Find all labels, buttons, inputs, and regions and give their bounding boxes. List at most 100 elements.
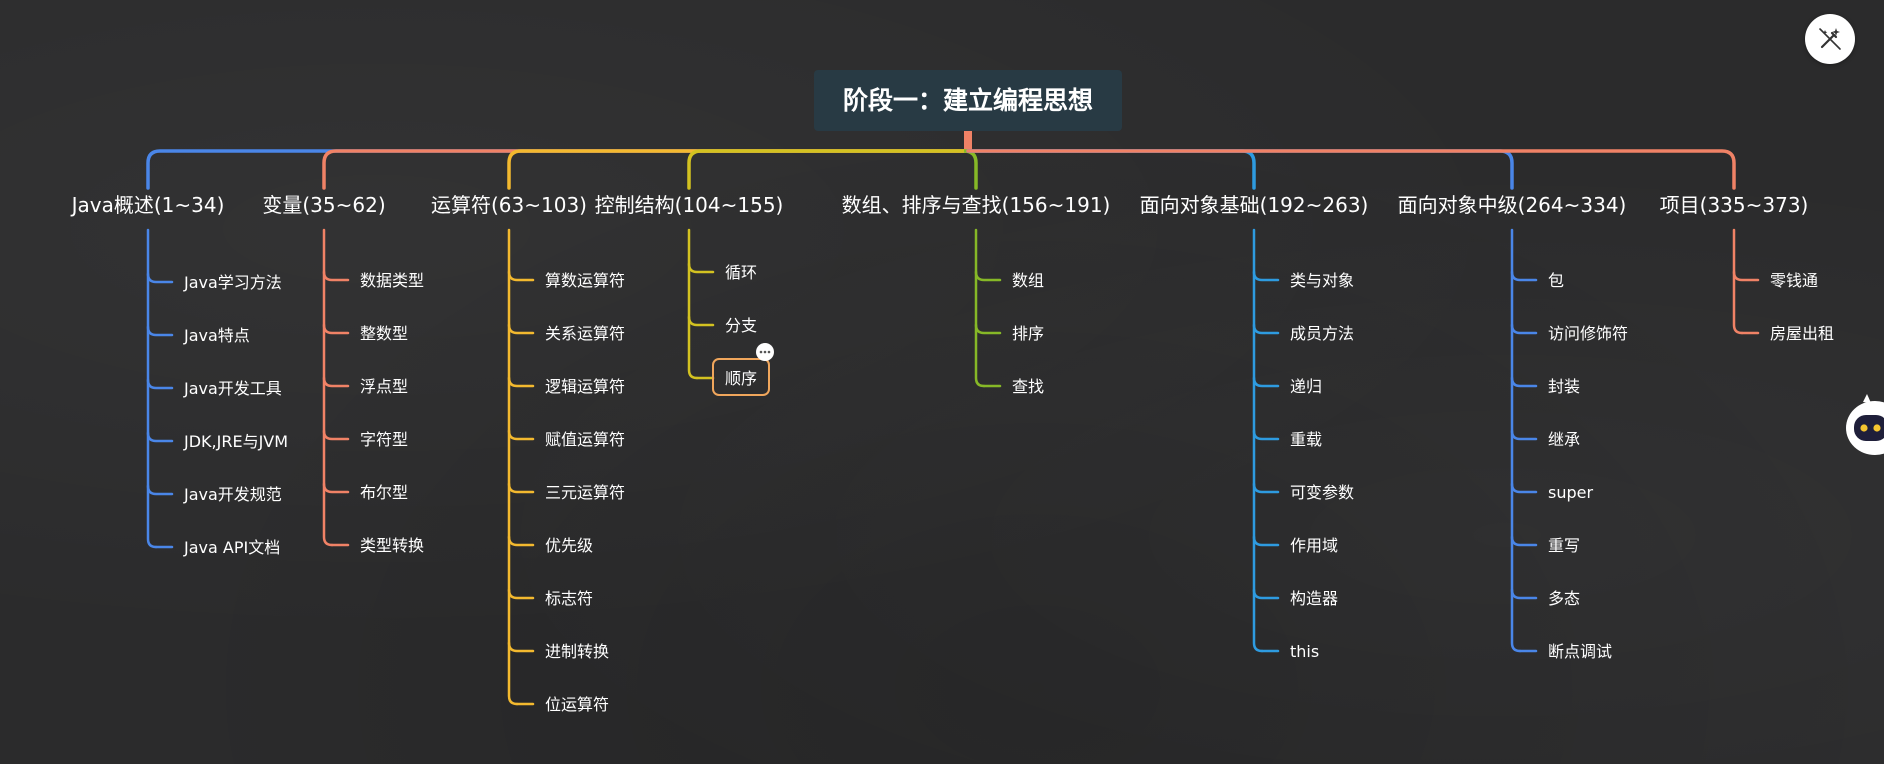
leaf-node[interactable]: 字符型: [360, 430, 408, 449]
leaf-node[interactable]: 包: [1548, 271, 1564, 290]
leaf-label: 成员方法: [1290, 324, 1354, 343]
leaf-connector: [322, 376, 350, 388]
comment-icon[interactable]: [756, 343, 774, 361]
leaf-label: 包: [1548, 271, 1564, 290]
leaf-node[interactable]: 浮点型: [360, 377, 408, 396]
leaf-connector: [1252, 588, 1280, 600]
leaf-node[interactable]: JDK,JRE与JVM: [183, 432, 288, 451]
leaf-connector: [687, 315, 715, 327]
assistant-button[interactable]: [1845, 392, 1884, 468]
branch-operators: 运算符(63~103) 算数运算符关系运算符逻辑运算符赋值运算符三元运算符优先级标…: [431, 193, 625, 714]
mindmap-diagram[interactable]: 阶段一：建立编程思想 Java概述(1~34)Java学习方法Java特点Jav…: [0, 0, 1884, 764]
leaf-node[interactable]: 优先级: [545, 536, 593, 555]
leaf-connector: [1252, 429, 1280, 441]
leaf-label: 三元运算符: [545, 483, 625, 502]
leaf-node[interactable]: 可变参数: [1290, 483, 1354, 502]
branch-label[interactable]: 变量(35~62): [262, 193, 385, 217]
leaf-node[interactable]: 零钱通: [1770, 271, 1818, 290]
leaf-node[interactable]: Java开发工具: [183, 379, 282, 398]
branch-label[interactable]: 控制结构(104~155): [595, 193, 784, 217]
leaf-node[interactable]: 三元运算符: [545, 483, 625, 502]
branch-connector: [322, 149, 970, 190]
leaf-node[interactable]: Java学习方法: [183, 273, 282, 292]
leaf-node[interactable]: 访问修饰符: [1548, 324, 1628, 343]
leaf-node[interactable]: 成员方法: [1290, 324, 1354, 343]
leaf-node[interactable]: 位运算符: [545, 695, 609, 714]
leaf-label: 递归: [1290, 377, 1322, 396]
leaf-connector: [322, 429, 350, 441]
leaf-node[interactable]: 排序: [1012, 324, 1044, 343]
leaf-label: 排序: [1012, 324, 1044, 343]
leaf-label: this: [1290, 642, 1319, 661]
leaf-node[interactable]: 整数型: [360, 324, 408, 343]
leaf-node[interactable]: 查找: [1012, 377, 1044, 396]
leaf-node[interactable]: 房屋出租: [1770, 324, 1834, 343]
leaf-node[interactable]: 算数运算符: [545, 271, 625, 290]
branch-label[interactable]: 面向对象中级(264~334): [1398, 193, 1627, 217]
leaf-node[interactable]: 断点调试: [1548, 642, 1612, 661]
leaf-connector: [1510, 270, 1538, 282]
branch-java-overview: Java概述(1~34) Java学习方法 Java特点 Java开发工具 JDK,JR…: [70, 193, 288, 557]
leaf-label: 零钱通: [1770, 271, 1818, 290]
leaf-node[interactable]: 分支: [725, 316, 757, 335]
leaf-node[interactable]: 逻辑运算符: [545, 377, 625, 396]
leaf-label: 逻辑运算符: [545, 377, 625, 396]
leaf-connector: [1510, 482, 1538, 494]
leaf-node[interactable]: this: [1290, 642, 1319, 661]
leaf-node[interactable]: 继承: [1548, 430, 1580, 449]
leaf-node[interactable]: 进制转换: [545, 642, 609, 661]
branch-spine: [1732, 228, 1744, 335]
leaf-node[interactable]: 作用域: [1290, 536, 1338, 555]
leaf-node[interactable]: Java API文档: [183, 538, 280, 557]
leaf-node[interactable]: 数组: [1012, 271, 1044, 290]
branch-connector: [966, 149, 1256, 190]
leaf-connector: [1252, 323, 1280, 335]
leaf-label: 位运算符: [545, 695, 609, 714]
leaf-connector: [146, 272, 174, 284]
branch-label[interactable]: 运算符(63~103): [431, 193, 587, 217]
leaf-node[interactable]: 类与对象: [1290, 271, 1354, 290]
branch-connector: [507, 149, 970, 190]
leaf-connector: [507, 588, 535, 600]
mindmap-canvas[interactable]: 阶段一：建立编程思想 Java概述(1~34) Java学习方法 Java特点 Jav…: [0, 0, 1884, 764]
leaf-label: 构造器: [1290, 589, 1338, 608]
branch-spine: [974, 228, 986, 388]
leaf-node[interactable]: 赋值运算符: [545, 430, 625, 449]
branch-connector: [963, 149, 978, 190]
leaf-label: 作用域: [1290, 536, 1338, 555]
root-node[interactable]: 阶段一：建立编程思想: [814, 70, 1122, 131]
leaf-connector: [687, 262, 715, 274]
branch-variables: 变量(35~62) 数据类型整数型浮点型字符型布尔型类型转换: [262, 193, 424, 555]
leaf-label: 整数型: [360, 324, 408, 343]
leaf-node[interactable]: Java特点: [183, 326, 250, 345]
leaf-node[interactable]: 循环: [725, 263, 757, 282]
leaf-node[interactable]: 布尔型: [360, 483, 408, 502]
leaf-node[interactable]: 重写: [1548, 536, 1580, 555]
branch-label[interactable]: 项目(335~373): [1660, 193, 1809, 217]
leaf-node[interactable]: 封装: [1548, 377, 1580, 396]
magic-wand-button[interactable]: [1805, 14, 1855, 64]
leaf-node[interactable]: 多态: [1548, 589, 1580, 608]
leaf-node[interactable]: 构造器: [1290, 589, 1338, 608]
leaf-node[interactable]: 关系运算符: [545, 324, 625, 343]
leaf-connector: [322, 270, 350, 282]
leaf-connector: [507, 323, 535, 335]
leaf-node[interactable]: 类型转换: [360, 536, 424, 555]
leaf-node[interactable]: 重载: [1290, 430, 1322, 449]
leaf-node[interactable]: 数据类型: [360, 271, 424, 290]
leaf-label: 数据类型: [360, 271, 424, 290]
leaf-connector: [1252, 482, 1280, 494]
leaf-node[interactable]: super: [1548, 483, 1593, 502]
branch-label[interactable]: 数组、排序与查找(156~191): [842, 193, 1111, 217]
branch-label[interactable]: Java概述(1~34): [70, 193, 225, 217]
branch-label[interactable]: 面向对象基础(192~263): [1140, 193, 1369, 217]
leaf-label: 继承: [1548, 430, 1580, 449]
branch-connector: [687, 149, 970, 190]
leaf-node[interactable]: 标志符: [545, 589, 593, 608]
leaf-connector: [1732, 270, 1760, 282]
branch-connector: [966, 149, 1514, 190]
leaf-node[interactable]: 顺序: [712, 343, 774, 396]
leaf-node[interactable]: 递归: [1290, 377, 1322, 396]
leaf-node[interactable]: Java开发规范: [183, 485, 282, 504]
leaf-connector: [1510, 535, 1538, 547]
